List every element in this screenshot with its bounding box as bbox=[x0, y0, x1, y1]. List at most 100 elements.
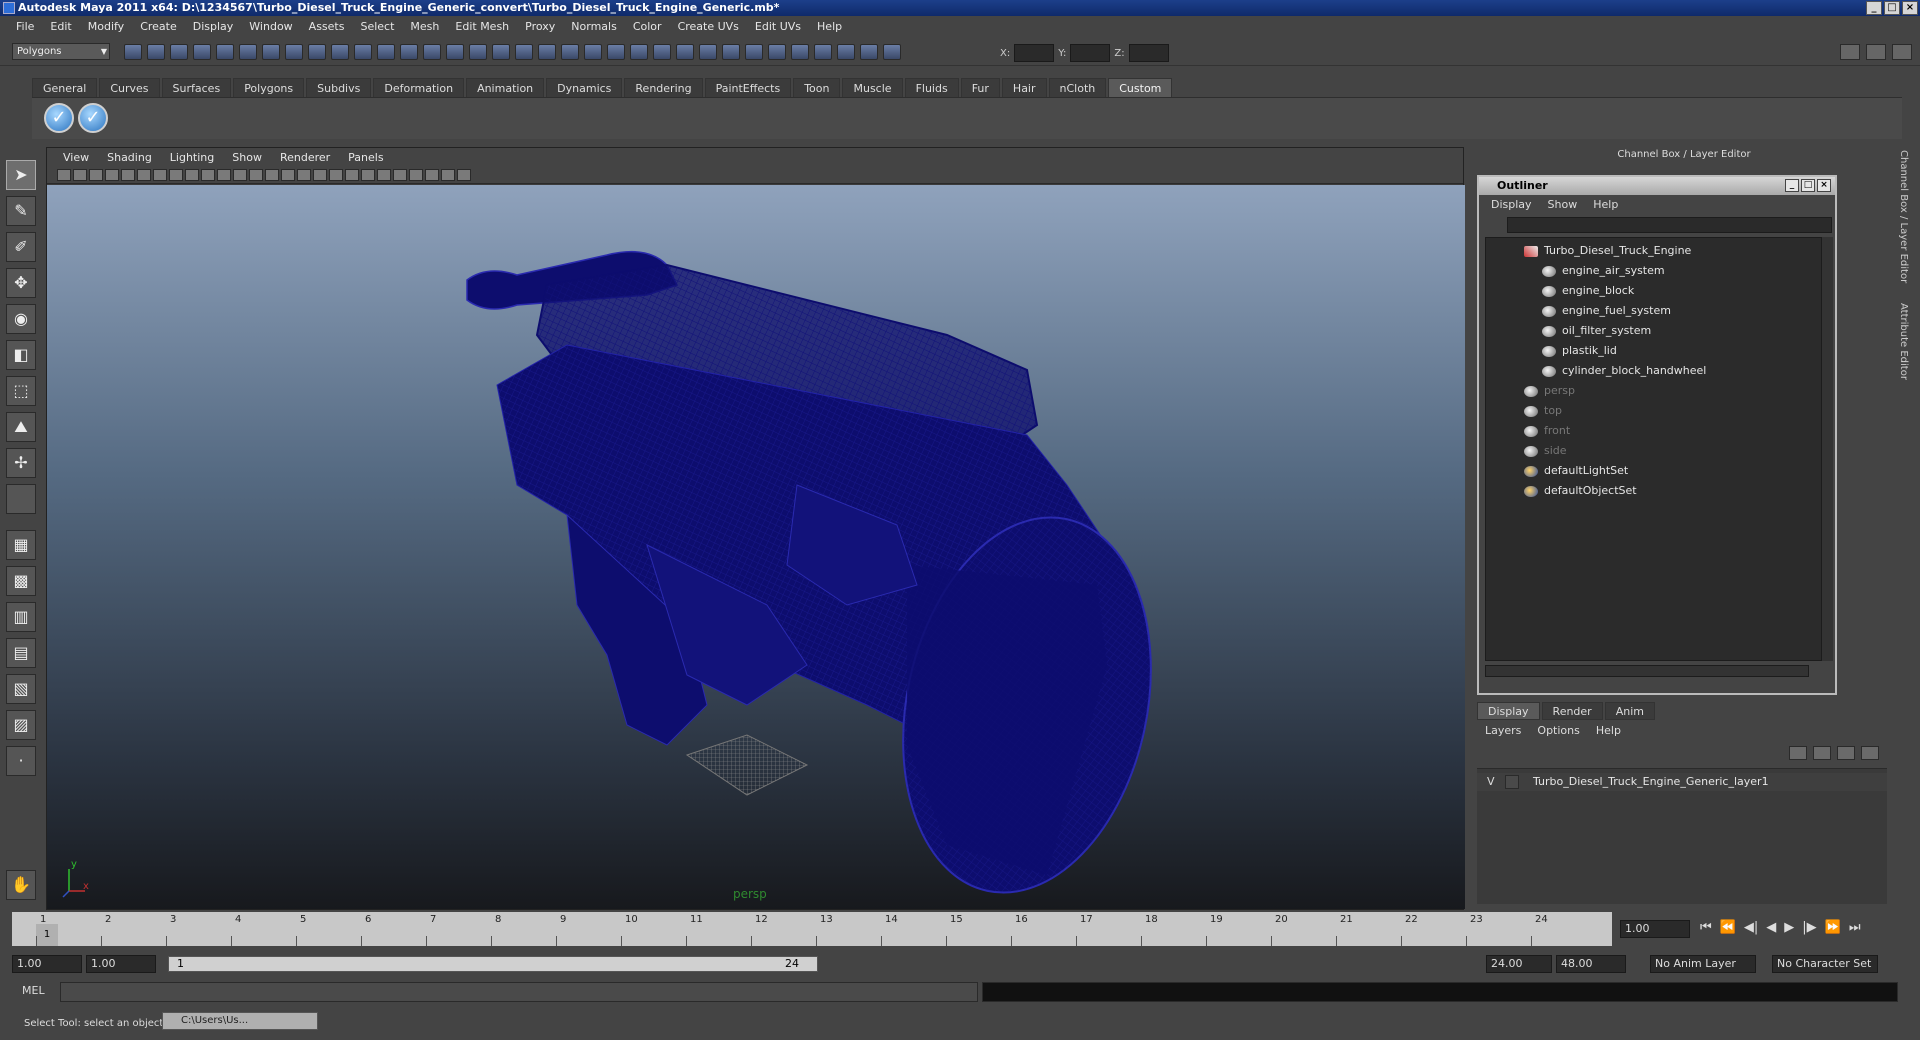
layer-menu-help[interactable]: Help bbox=[1590, 724, 1627, 737]
time-slider[interactable]: 1 1 2 3 4 5 6 7 8 9 10 11 12 13 14 15 16 17 18 19 20 21 22 23 2… bbox=[12, 912, 1612, 946]
layer-menu-options[interactable]: Options bbox=[1531, 724, 1585, 737]
channel-box-toggle-icon[interactable] bbox=[1892, 44, 1912, 60]
menu-edit[interactable]: Edit bbox=[42, 20, 79, 33]
outliner-item[interactable]: cylinder_block_handwheel bbox=[1542, 362, 1706, 380]
menu-display[interactable]: Display bbox=[185, 20, 242, 33]
status-line-tool-icon[interactable] bbox=[469, 44, 487, 60]
outliner-item[interactable]: defaultObjectSet bbox=[1524, 482, 1637, 500]
shelf-tab-polygons[interactable]: Polygons bbox=[233, 78, 305, 98]
viewport-tool-icon[interactable] bbox=[377, 169, 391, 181]
menu-mesh[interactable]: Mesh bbox=[402, 20, 447, 33]
shelf-tab-rendering[interactable]: Rendering bbox=[624, 78, 703, 98]
menu-window[interactable]: Window bbox=[241, 20, 300, 33]
mel-label[interactable]: MEL bbox=[22, 984, 45, 997]
menu-help[interactable]: Help bbox=[809, 20, 850, 33]
viewport-tool-icon[interactable] bbox=[441, 169, 455, 181]
outliner-item[interactable]: persp bbox=[1524, 382, 1575, 400]
viewport-tool-icon[interactable] bbox=[57, 169, 71, 181]
viewport-menu-renderer[interactable]: Renderer bbox=[272, 151, 338, 164]
status-line-tool-icon[interactable] bbox=[124, 44, 142, 60]
move-layer-up-icon[interactable] bbox=[1789, 746, 1807, 760]
status-line-tool-icon[interactable] bbox=[699, 44, 717, 60]
status-line-tool-icon[interactable] bbox=[262, 44, 280, 60]
move-tool-icon[interactable]: ✥ bbox=[6, 268, 36, 298]
viewport-tool-icon[interactable] bbox=[409, 169, 423, 181]
status-line-tool-icon[interactable] bbox=[239, 44, 257, 60]
viewport-tool-icon[interactable] bbox=[185, 169, 199, 181]
command-input[interactable] bbox=[60, 982, 978, 1002]
viewport-tool-icon[interactable] bbox=[329, 169, 343, 181]
status-line-tool-icon[interactable] bbox=[492, 44, 510, 60]
status-line-tool-icon[interactable] bbox=[722, 44, 740, 60]
status-line-tool-icon[interactable] bbox=[216, 44, 234, 60]
step-forward-frame-icon[interactable]: |▶ bbox=[1802, 920, 1816, 935]
minimize-button[interactable]: _ bbox=[1866, 1, 1882, 15]
layer-tab-display[interactable]: Display bbox=[1477, 702, 1540, 720]
status-line-tool-icon[interactable] bbox=[377, 44, 395, 60]
animation-start-field[interactable]: 1.00 bbox=[12, 955, 82, 973]
lasso-tool-icon[interactable]: ✎ bbox=[6, 196, 36, 226]
outliner-item[interactable]: front bbox=[1524, 422, 1570, 440]
status-line-tool-icon[interactable] bbox=[883, 44, 901, 60]
manipulator-tool-icon[interactable]: ⬚ bbox=[6, 376, 36, 406]
step-back-key-icon[interactable]: ⏪ bbox=[1720, 920, 1736, 935]
viewport-tool-icon[interactable] bbox=[297, 169, 311, 181]
viewport-tool-icon[interactable] bbox=[121, 169, 135, 181]
viewport-tool-icon[interactable] bbox=[217, 169, 231, 181]
show-manipulator-icon[interactable]: ✢ bbox=[6, 448, 36, 478]
status-line-tool-icon[interactable] bbox=[837, 44, 855, 60]
menu-proxy[interactable]: Proxy bbox=[517, 20, 563, 33]
status-line-tool-icon[interactable] bbox=[446, 44, 464, 60]
outliner-item[interactable]: side bbox=[1524, 442, 1567, 460]
move-layer-down-icon[interactable] bbox=[1813, 746, 1831, 760]
viewport-tool-icon[interactable] bbox=[249, 169, 263, 181]
play-backwards-icon[interactable]: ◀ bbox=[1766, 920, 1776, 935]
viewport-tool-icon[interactable] bbox=[169, 169, 183, 181]
tool-settings-toggle-icon[interactable] bbox=[1866, 44, 1886, 60]
maximize-button[interactable]: □ bbox=[1884, 1, 1900, 15]
status-line-tool-icon[interactable] bbox=[791, 44, 809, 60]
paint-select-tool-icon[interactable]: ✐ bbox=[6, 232, 36, 262]
status-line-tool-icon[interactable] bbox=[745, 44, 763, 60]
z-field[interactable] bbox=[1128, 44, 1169, 62]
character-set-dropdown[interactable]: No Character Set bbox=[1772, 955, 1878, 973]
status-line-tool-icon[interactable] bbox=[584, 44, 602, 60]
four-pane-layout-icon[interactable]: ▩ bbox=[6, 566, 36, 596]
x-field[interactable] bbox=[1014, 44, 1055, 62]
outliner-item[interactable]: defaultLightSet bbox=[1524, 462, 1628, 480]
status-line-tool-icon[interactable] bbox=[423, 44, 441, 60]
playback-end-field[interactable]: 24.00 bbox=[1486, 955, 1552, 973]
viewport-tool-icon[interactable] bbox=[73, 169, 87, 181]
outliner-item[interactable]: Turbo_Diesel_Truck_Engine bbox=[1524, 242, 1691, 260]
status-line-tool-icon[interactable] bbox=[768, 44, 786, 60]
shelf-tab-deformation[interactable]: Deformation bbox=[373, 78, 465, 98]
menu-normals[interactable]: Normals bbox=[563, 20, 625, 33]
outliner-item[interactable]: engine_air_system bbox=[1542, 262, 1665, 280]
outliner-item[interactable]: engine_block bbox=[1542, 282, 1634, 300]
rotate-tool-icon[interactable]: ◉ bbox=[6, 304, 36, 334]
outliner-item[interactable]: plastik_lid bbox=[1542, 342, 1617, 360]
status-line-tool-icon[interactable] bbox=[676, 44, 694, 60]
viewport-tool-icon[interactable] bbox=[457, 169, 471, 181]
check-shelf-button-1-icon[interactable]: ✓ bbox=[44, 103, 74, 133]
viewport-tool-icon[interactable] bbox=[281, 169, 295, 181]
layer-row[interactable]: V Turbo_Diesel_Truck_Engine_Generic_laye… bbox=[1477, 773, 1887, 791]
shelf-tab-general[interactable]: General bbox=[32, 78, 98, 98]
status-line-tool-icon[interactable] bbox=[860, 44, 878, 60]
outliner-menu-help[interactable]: Help bbox=[1587, 198, 1624, 211]
graph-persp-layout-icon[interactable]: ▤ bbox=[6, 638, 36, 668]
shelf-tab-dynamics[interactable]: Dynamics bbox=[546, 78, 623, 98]
uv-layout-icon[interactable]: ▨ bbox=[6, 710, 36, 740]
status-line-tool-icon[interactable] bbox=[400, 44, 418, 60]
shelf-tab-animation[interactable]: Animation bbox=[466, 78, 545, 98]
viewport-tool-icon[interactable] bbox=[393, 169, 407, 181]
step-back-frame-icon[interactable]: ◀| bbox=[1744, 920, 1758, 935]
perspective-viewport[interactable]: View Shading Lighting Show Renderer Panels bbox=[46, 147, 1465, 910]
check-shelf-button-2-icon[interactable]: ✓ bbox=[78, 103, 108, 133]
attribute-editor-toggle-icon[interactable] bbox=[1840, 44, 1860, 60]
status-line-tool-icon[interactable] bbox=[561, 44, 579, 60]
outliner-menu-display[interactable]: Display bbox=[1485, 198, 1538, 211]
shelf-tab-custom[interactable]: Custom bbox=[1108, 78, 1173, 98]
y-field[interactable] bbox=[1070, 44, 1111, 62]
viewport-menu-shading[interactable]: Shading bbox=[99, 151, 160, 164]
